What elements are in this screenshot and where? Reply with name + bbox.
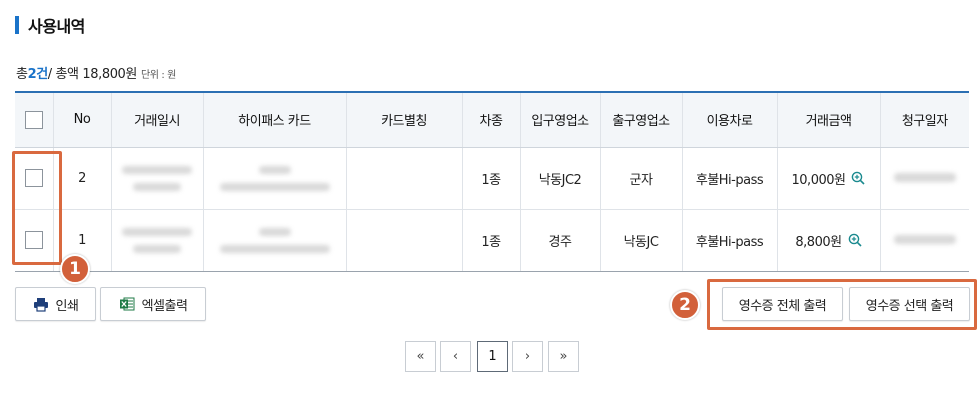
row-card-masked [202,147,346,210]
pagination-next-button[interactable]: › [512,341,543,372]
receipt-selected-label: 영수증 선택 출력 [865,298,954,314]
col-card: 하이패스 카드 [202,91,346,148]
receipt-all-label: 영수증 전체 출력 [738,298,827,314]
col-amount: 거래금액 [776,91,880,148]
col-exit: 출구영업소 [599,91,682,148]
row-exit: 군자 [599,147,682,210]
zoom-in-icon[interactable] [851,171,866,185]
masked-text [893,172,956,182]
page-number: 1 [488,349,497,364]
receipt-print-selected-button[interactable]: 영수증 선택 출력 [849,287,970,321]
pagination-page-1[interactable]: 1 [477,341,508,372]
chevron-right-icon: › [524,349,531,364]
col-entry: 입구영업소 [519,91,600,148]
annotation-badge-2: 2 [670,290,700,320]
col-billing-date: 청구일자 [879,91,969,148]
row-billing-date-masked [879,147,969,210]
annotation-checkbox-highlight [12,151,62,265]
row-amount: 10,000원 [791,172,846,188]
table-row: 1 1종 경주 낙동JC 후불Hi-pass 8,800원 [15,209,969,272]
printer-icon [33,297,48,312]
row-exit: 낙동JC [599,209,682,272]
double-chevron-right-icon: » [559,349,568,364]
select-all-cell [15,91,53,148]
pagination-prev-button[interactable]: ‹ [440,341,471,372]
row-card-masked [202,209,346,272]
masked-text [122,227,192,236]
section-title-text: 사용내역 [28,17,85,36]
section-title: 사용내역 [15,14,85,36]
row-lane: 후불Hi-pass [681,209,777,272]
masked-text [122,165,192,174]
annotation-badge-1: 1 [60,254,90,284]
table-header-row: No 거래일시 하이패스 카드 카드별칭 차종 입구영업소 출구영업소 이용차로… [15,91,969,148]
row-datetime-masked [110,147,203,210]
row-datetime-masked [110,209,203,272]
row-amount-cell: 8,800원 [776,209,880,272]
masked-text [133,244,181,253]
col-no: No [52,91,111,148]
excel-export-button[interactable]: 엑셀출력 [100,287,206,321]
masked-text [219,182,330,191]
row-entry: 낙동JC2 [519,147,600,210]
zoom-in-icon[interactable] [848,233,862,247]
row-billing-date-masked [879,209,969,272]
table-row: 2 1종 낙동JC2 군자 후불Hi-pass 10,000원 [15,147,969,210]
summary-prefix: 총 [16,67,28,82]
row-car-type: 1종 [461,147,520,210]
masked-text [258,165,291,174]
col-car-type: 차종 [461,91,520,148]
masked-text [219,244,330,253]
pagination-last-button[interactable]: » [548,341,579,372]
masked-text [133,182,181,191]
col-datetime: 거래일시 [110,91,203,148]
pagination-first-button[interactable]: « [405,341,436,372]
masked-text [893,234,956,244]
row-card-alias [345,147,462,210]
row-amount: 8,800원 [795,234,842,250]
usage-table: No 거래일시 하이패스 카드 카드별칭 차종 입구영업소 출구영업소 이용차로… [15,91,969,272]
receipt-print-all-button[interactable]: 영수증 전체 출력 [722,287,843,321]
summary-count: 2건 [27,67,49,82]
col-lane: 이용차로 [681,91,777,148]
excel-button-label: 엑셀출력 [141,298,188,314]
row-entry: 경주 [519,209,600,272]
masked-text [258,227,291,236]
title-accent-bar [15,16,19,34]
row-lane: 후불Hi-pass [681,147,777,210]
select-all-checkbox[interactable] [24,110,43,129]
excel-icon [119,297,135,311]
row-car-type: 1종 [461,209,520,272]
row-amount-cell: 10,000원 [776,147,880,210]
chevron-left-icon: ‹ [452,349,459,364]
print-button-label: 인쇄 [55,298,79,314]
print-button[interactable]: 인쇄 [15,287,96,321]
row-card-alias [345,209,462,272]
double-chevron-left-icon: « [416,349,425,364]
col-card-alias: 카드별칭 [345,91,462,148]
summary-total: / 총액 18,800원 [47,67,138,82]
usage-summary: 총 2건 / 총액 18,800원 단위 : 원 [16,63,176,82]
summary-unit: 단위 : 원 [141,70,176,81]
